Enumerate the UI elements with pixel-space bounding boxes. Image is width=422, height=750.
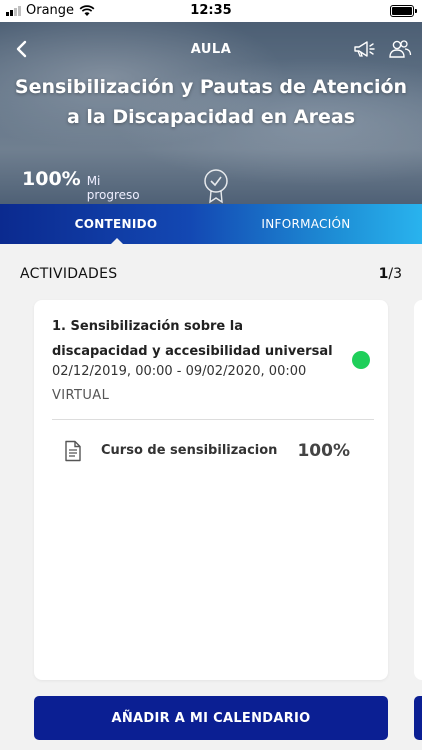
activity-dates: 02/12/2019, 00:00 - 09/02/2020, 00:00 [52, 364, 307, 379]
activity-status-dot [352, 351, 370, 369]
resource-name: Curso de sensibilizacion [101, 443, 278, 458]
resource-row[interactable]: Curso de sensibilizacion 100% [64, 440, 364, 464]
tab-informacion[interactable]: INFORMACIÓN [190, 204, 422, 244]
megaphone-icon[interactable] [352, 39, 376, 59]
progress-value: 100% [22, 168, 81, 190]
card-divider [52, 419, 374, 420]
activities-pager: 1/3 [379, 266, 402, 282]
users-icon[interactable] [388, 39, 412, 59]
tab-bar: CONTENIDO INFORMACIÓN [0, 204, 422, 245]
progress-indicator: 100% Mi progreso [22, 168, 144, 204]
activity-name: 1. Sensibilización sobre la discapacidad… [52, 319, 333, 359]
resource-percent: 100% [297, 441, 350, 461]
next-calendar-button-peek[interactable] [414, 696, 422, 740]
progress-text: 100% Mi progreso [22, 168, 144, 202]
next-activity-card-peek[interactable] [414, 300, 422, 680]
course-title: Sensibilización y Pautas de Atención a l… [14, 76, 408, 128]
progress-label: Mi progreso [86, 174, 140, 202]
document-icon [65, 440, 81, 462]
pager-total: /3 [388, 266, 402, 282]
activities-title: ACTIVIDADES [20, 266, 118, 282]
activity-card[interactable]: 1. Sensibilización sobre la discapacidad… [34, 300, 388, 680]
status-time: 12:35 [190, 3, 232, 18]
battery-icon [390, 5, 417, 17]
certificate-badge-icon [204, 169, 228, 204]
status-bar: Orange 12:35 [0, 0, 422, 22]
add-to-calendar-button[interactable]: AÑADIR A MI CALENDARIO [34, 696, 388, 740]
course-hero: AULA Sensibilización y Pautas de Atenció… [0, 22, 422, 204]
pager-current: 1 [378, 266, 389, 282]
activity-mode: VIRTUAL [52, 388, 110, 403]
active-tab-indicator [110, 238, 124, 245]
activities-header: ACTIVIDADES 1/3 [20, 266, 402, 282]
